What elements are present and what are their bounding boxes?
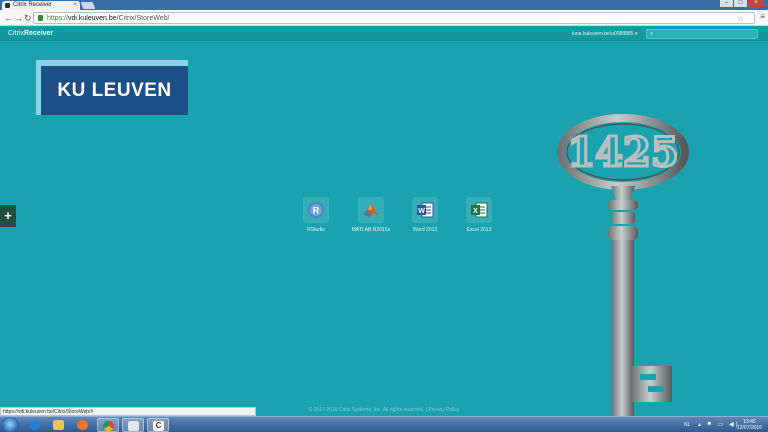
- browser-menu-icon[interactable]: ≡: [760, 11, 765, 23]
- app-name[interactable]: RStudio: [286, 227, 346, 233]
- minimize-icon[interactable]: –: [720, 0, 733, 7]
- back-icon[interactable]: ←: [4, 12, 13, 24]
- status-bar-url: https://vdi.kuleuven.be/Citrix/StoreWeb/…: [0, 407, 256, 416]
- search-icon: ⌕: [650, 31, 654, 37]
- taskbar-chrome[interactable]: [97, 418, 119, 432]
- new-tab-button[interactable]: [80, 2, 96, 9]
- address-url: https://vdi.kuleuven.be/Citrix/StoreWeb/: [47, 13, 169, 24]
- citrix-receiver-brand: CitrixReceiver: [8, 27, 53, 41]
- tab-close-icon[interactable]: ×: [73, 1, 77, 10]
- app-tile-box[interactable]: R: [303, 197, 329, 223]
- close-window-icon[interactable]: ×: [748, 0, 764, 7]
- citrix-header: CitrixReceiver luna.kuleuven.be\u0088885…: [0, 27, 768, 41]
- citrix-c-icon: C: [153, 421, 164, 431]
- app-tile-rstudio[interactable]: R RStudio: [286, 197, 346, 233]
- language-indicator[interactable]: NL: [684, 417, 690, 432]
- app-tile-matlab[interactable]: MATLAB R2015a: [341, 197, 401, 233]
- app-name[interactable]: MATLAB R2015a: [341, 227, 401, 233]
- app-name[interactable]: Word 2013: [395, 227, 455, 233]
- taskbar-citrix[interactable]: C: [147, 418, 169, 432]
- ku-leuven-logo: KU LEUVEN: [41, 66, 188, 115]
- search-input[interactable]: ⌕: [646, 29, 758, 39]
- user-menu[interactable]: luna.kuleuven.be\u0088885 ▾: [572, 27, 637, 41]
- windows-taskbar: C NL ▴ ⚑ ▭ ◀) 13:45 12/07/2016: [0, 416, 768, 432]
- app-name[interactable]: Excel 2013: [449, 227, 509, 233]
- word-icon: W: [417, 202, 434, 218]
- bookmark-star-icon[interactable]: ☆: [737, 13, 744, 24]
- window-controls: – □ ×: [720, 0, 764, 7]
- url-scheme: https://: [47, 15, 69, 22]
- url-host: vdi.kuleuven.be: [68, 15, 117, 22]
- maximize-icon[interactable]: □: [734, 0, 747, 7]
- tab-title: Citrix Receiver: [13, 2, 53, 8]
- key-number: 1425: [567, 129, 678, 176]
- excel-icon: X: [471, 202, 488, 218]
- folder-icon: [53, 420, 64, 430]
- brand-prefix: Citrix: [8, 30, 24, 37]
- add-apps-button[interactable]: +: [0, 205, 16, 227]
- matlab-icon: [363, 203, 379, 217]
- taskbar-receiver[interactable]: [122, 418, 144, 432]
- app-tile-box[interactable]: W: [412, 197, 438, 223]
- citrix-favicon-icon: [5, 3, 10, 8]
- reload-icon[interactable]: ↻: [24, 12, 32, 24]
- internet-explorer-icon: [29, 420, 40, 430]
- citrix-app-icon: [128, 421, 139, 431]
- url-path: /Citrix/StoreWeb/: [116, 15, 170, 22]
- start-button[interactable]: [1, 417, 19, 432]
- brand-name: Receiver: [23, 30, 54, 37]
- app-tile-word[interactable]: W Word 2013: [395, 197, 455, 233]
- logo-text: KU LEUVEN: [57, 80, 172, 101]
- key-artwork: 1425: [557, 114, 689, 416]
- clock-date: 12/07/2016: [736, 425, 762, 431]
- lock-icon: [38, 15, 43, 21]
- browser-tab[interactable]: Citrix Receiver ×: [2, 1, 80, 10]
- rstudio-icon: R: [308, 202, 324, 218]
- chrome-icon: [103, 421, 114, 431]
- media-player-icon: [77, 420, 88, 430]
- app-tile-box[interactable]: X: [466, 197, 492, 223]
- taskbar-ie[interactable]: [24, 418, 46, 432]
- browser-tabstrip: Citrix Receiver × – □ ×: [0, 0, 768, 10]
- system-tray: NL ▴ ⚑ ▭ ◀) 13:45 12/07/2016: [680, 417, 768, 432]
- svg-text:W: W: [418, 208, 425, 215]
- forward-icon[interactable]: →: [14, 12, 23, 24]
- app-tile-excel[interactable]: X Excel 2013: [449, 197, 509, 233]
- taskbar-media[interactable]: [72, 418, 94, 432]
- address-bar[interactable]: https://vdi.kuleuven.be/Citrix/StoreWeb/…: [33, 12, 755, 24]
- taskbar-clock[interactable]: 13:45 12/07/2016: [737, 419, 762, 431]
- tray-icons[interactable]: ▴ ⚑ ▭ ◀): [698, 417, 740, 432]
- svg-text:X: X: [473, 208, 478, 215]
- app-tile-box[interactable]: [358, 197, 384, 223]
- taskbar-explorer[interactable]: [48, 418, 70, 432]
- svg-text:R: R: [313, 206, 320, 216]
- browser-toolbar: ← → ↻ https://vdi.kuleuven.be/Citrix/Sto…: [0, 10, 768, 26]
